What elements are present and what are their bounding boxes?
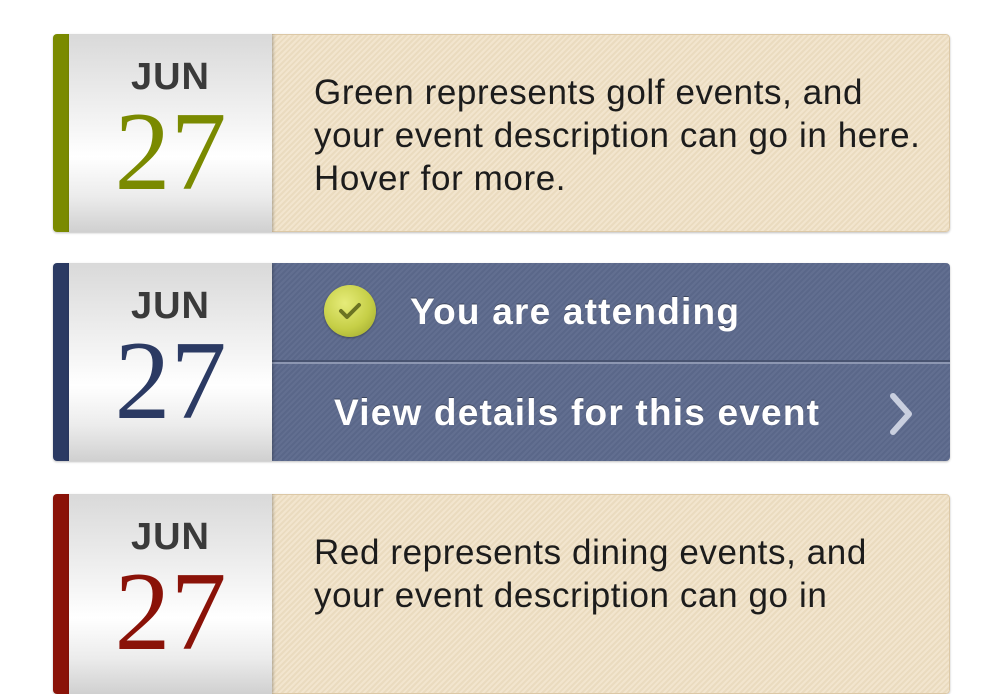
event-description-panel[interactable]: Red represents dining events, and your e… xyxy=(272,494,950,694)
chevron-right-icon xyxy=(887,392,917,441)
event-day: 27 xyxy=(114,319,227,443)
event-card-golf[interactable]: JUN 27 Green represents golf events, and… xyxy=(53,34,950,232)
view-details-label: View details for this event xyxy=(334,392,821,433)
event-card-attending[interactable]: JUN 27 You are attending View details fo… xyxy=(53,263,950,461)
event-description: Red represents dining events, and your e… xyxy=(314,533,867,615)
view-details-link[interactable]: View details for this event xyxy=(272,366,950,461)
event-hover-panel: You are attending View details for this … xyxy=(272,263,950,461)
attending-status-row[interactable]: You are attending xyxy=(272,263,950,364)
check-icon xyxy=(324,285,376,337)
event-card-dining[interactable]: JUN 27 Red represents dining events, and… xyxy=(53,494,950,694)
event-description-panel[interactable]: Green represents golf events, and your e… xyxy=(272,34,950,232)
date-block: JUN 27 xyxy=(69,494,272,694)
category-accent-bar xyxy=(53,494,69,694)
category-accent-bar xyxy=(53,263,69,461)
attending-label: You are attending xyxy=(410,291,741,332)
date-block: JUN 27 xyxy=(69,34,272,232)
event-day: 27 xyxy=(114,550,227,674)
event-description: Green represents golf events, and your e… xyxy=(314,73,921,198)
event-day: 27 xyxy=(114,90,227,214)
category-accent-bar xyxy=(53,34,69,232)
date-block: JUN 27 xyxy=(69,263,272,461)
